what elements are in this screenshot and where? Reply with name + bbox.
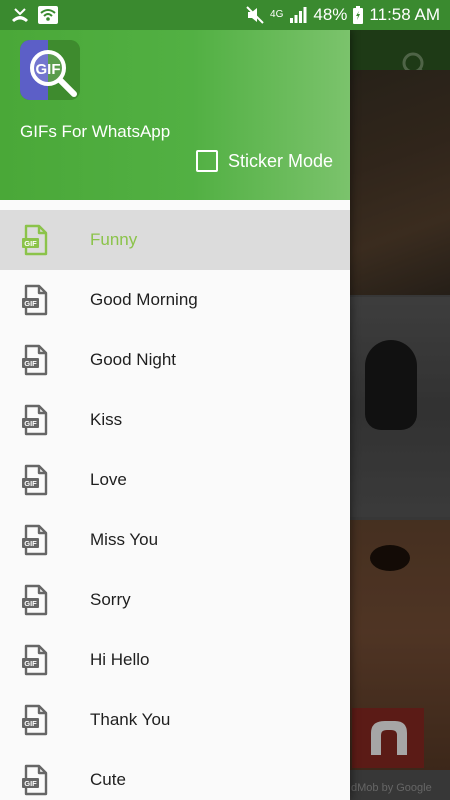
svg-text:GIF: GIF <box>24 539 37 548</box>
menu-item-label: Miss You <box>90 530 159 549</box>
menu-item-label: Cute <box>90 770 126 789</box>
battery-icon <box>353 6 364 24</box>
svg-text:GIF: GIF <box>24 419 37 428</box>
menu-item-label: Sorry <box>90 590 131 609</box>
gif-file-icon: GIF <box>21 584 49 616</box>
menu-item-label: Good Night <box>90 350 176 369</box>
sticker-mode-checkbox[interactable] <box>196 150 218 172</box>
gif-file-icon: GIF <box>21 464 49 496</box>
gif-file-icon: GIF <box>21 224 49 256</box>
screen: dMob by Google 4G 48% 11:58 AM GIF GIFs … <box>0 0 450 800</box>
signal-icon <box>289 6 307 24</box>
svg-text:GIF: GIF <box>24 299 37 308</box>
status-bar: 4G 48% 11:58 AM <box>0 0 450 30</box>
svg-text:GIF: GIF <box>24 599 37 608</box>
gif-file-icon: GIF <box>21 284 49 316</box>
svg-text:GIF: GIF <box>24 479 37 488</box>
menu-item-label: Love <box>90 470 127 489</box>
gif-file-icon: GIF <box>21 404 49 436</box>
menu-item-love[interactable]: GIF Love <box>0 450 350 510</box>
svg-text:GIF: GIF <box>24 659 37 668</box>
menu-item-label: Thank You <box>90 710 171 729</box>
menu-item-good-night[interactable]: GIF Good Night <box>0 330 350 390</box>
app-name: GIFs For WhatsApp <box>20 122 171 141</box>
menu-item-sorry[interactable]: GIF Sorry <box>0 570 350 630</box>
missed-call-icon <box>10 6 30 24</box>
menu-item-label: Hi Hello <box>90 650 150 669</box>
svg-text:GIF: GIF <box>24 779 37 788</box>
gif-file-icon: GIF <box>21 704 49 736</box>
navigation-drawer: GIF GIFs For WhatsApp Sticker Mode GIF Fu… <box>0 30 350 800</box>
gif-file-icon: GIF <box>21 524 49 556</box>
svg-text:GIF: GIF <box>24 719 37 728</box>
menu-item-funny[interactable]: GIF Funny <box>0 210 350 270</box>
mute-icon <box>246 6 264 24</box>
sticker-mode-label: Sticker Mode <box>228 150 334 171</box>
svg-text:GIF: GIF <box>24 239 37 248</box>
menu-item-label: Funny <box>90 230 138 249</box>
sticker-mode-toggle[interactable]: Sticker Mode <box>196 150 333 172</box>
menu-item-thank-you[interactable]: GIF Thank You <box>0 690 350 750</box>
gif-file-icon: GIF <box>21 344 49 376</box>
clock: 11:58 AM <box>369 5 440 24</box>
menu-item-label: Good Morning <box>90 290 198 309</box>
network-type: 4G <box>270 9 284 20</box>
menu-item-miss-you[interactable]: GIF Miss You <box>0 510 350 570</box>
menu-item-hi-hello[interactable]: GIF Hi Hello <box>0 630 350 690</box>
gif-file-icon: GIF <box>21 644 49 676</box>
app-logo-icon: GIF <box>20 40 80 100</box>
wifi-icon <box>38 6 58 24</box>
menu-item-kiss[interactable]: GIF Kiss <box>0 390 350 450</box>
drawer-header: GIF GIFs For WhatsApp Sticker Mode <box>0 30 350 200</box>
category-menu: GIF Funny GIF Good Morning GIF Good Night GIF K… <box>0 210 350 800</box>
menu-item-label: Kiss <box>90 410 123 429</box>
menu-item-cute[interactable]: GIF Cute <box>0 750 350 800</box>
svg-text:GIF: GIF <box>24 359 37 368</box>
battery-percent: 48% <box>313 5 348 24</box>
gif-file-icon: GIF <box>21 764 49 796</box>
logo-text: GIF <box>36 61 61 78</box>
menu-item-good-morning[interactable]: GIF Good Morning <box>0 270 350 330</box>
